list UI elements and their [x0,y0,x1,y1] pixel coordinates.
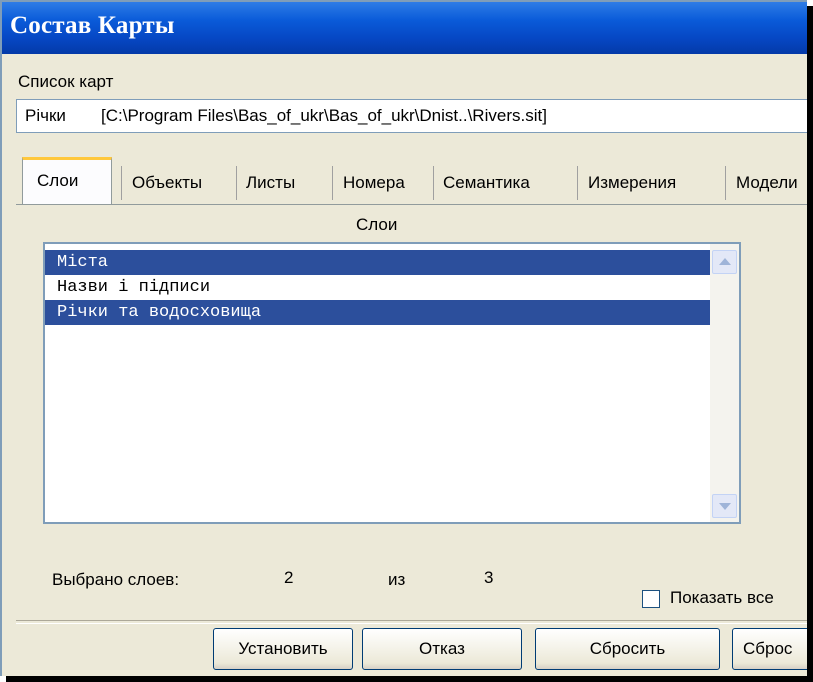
list-item[interactable]: Міста [45,250,710,275]
window-shadow-right [807,6,813,682]
map-list-field[interactable]: Річки [C:\Program Files\Bas_of_ukr\Bas_o… [16,99,807,133]
tab-semantics-label: Семантика [443,173,530,192]
selected-layers-label: Выбрано слоев: [52,570,180,589]
tab-models[interactable]: Модели [728,159,807,203]
button-area-divider [16,620,807,624]
vertical-scrollbar[interactable] [710,244,739,522]
tab-separator [433,166,434,200]
title-bar[interactable]: Состав Карты [2,2,807,54]
tab-objects[interactable]: Объекты [124,159,232,203]
tab-numbers[interactable]: Номера [335,159,430,203]
tab-layers-label: Слои [37,171,79,190]
arrow-up-icon [719,258,731,265]
total-layers-count: 3 [484,568,494,587]
map-path: [C:\Program Files\Bas_of_ukr\Bas_of_ukr\… [101,106,547,125]
tab-models-label: Модели [736,173,798,192]
list-item[interactable]: Річки та водосховища [45,300,710,325]
reset-more-button[interactable]: Сброс [732,628,807,670]
arrow-down-icon [719,503,731,510]
layers-list[interactable]: Міста Назви і підписи Річки та водосхови… [43,242,741,524]
window-title: Состав Карты [10,12,175,39]
selected-layers-count: 2 [284,568,294,587]
tab-separator [725,166,726,200]
map-list-label: Список карт [18,72,114,91]
scroll-up-button[interactable] [712,250,737,274]
cancel-button[interactable]: Отказ [362,628,522,670]
tab-sheets[interactable]: Листы [238,159,328,203]
reset-button[interactable]: Сбросить [535,628,720,670]
list-item[interactable]: Назви і підписи [45,275,710,300]
map-name: Річки [25,106,66,125]
show-all-checkbox[interactable] [642,590,660,608]
tab-separator [121,166,122,200]
tab-separator [332,166,333,200]
tab-measurements[interactable]: Измерения [580,159,720,203]
tab-semantics[interactable]: Семантика [435,159,575,203]
scroll-down-button[interactable] [712,494,737,518]
tab-objects-label: Объекты [132,173,203,192]
tab-sheets-label: Листы [246,173,296,192]
layers-heading: Слои [356,215,398,234]
window-shadow-bottom [6,676,813,682]
of-label: из [388,570,406,589]
show-all-label[interactable]: Показать все [670,588,774,608]
tab-separator [236,166,237,200]
tab-measurements-label: Измерения [588,173,677,192]
tab-separator [577,166,578,200]
tab-numbers-label: Номера [343,173,405,192]
tab-panel-border [16,204,807,205]
tab-layers[interactable]: Слои [22,157,112,205]
set-button[interactable]: Установить [213,628,353,670]
map-composition-dialog: Состав Карты Список карт Річки [C:\Progr… [0,0,807,676]
